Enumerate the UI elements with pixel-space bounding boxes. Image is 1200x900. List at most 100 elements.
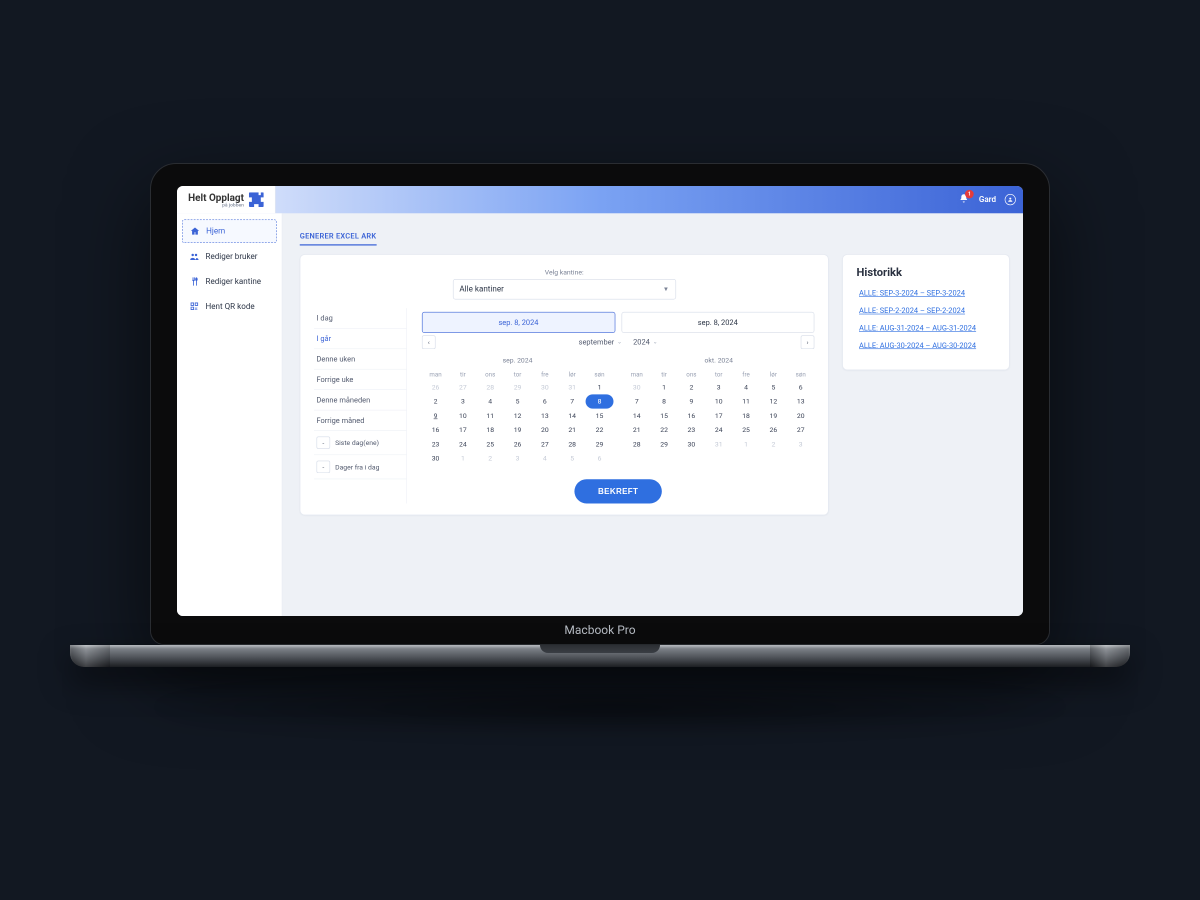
calendar-day[interactable]: 17 xyxy=(705,409,732,423)
year-select[interactable]: 2024 ⌄ xyxy=(633,338,658,347)
calendar-day[interactable]: 6 xyxy=(531,394,558,408)
calendar-day[interactable]: 7 xyxy=(623,394,650,408)
calendar-day[interactable]: 26 xyxy=(504,437,531,451)
calendar-day[interactable]: 12 xyxy=(504,409,531,423)
calendar-day[interactable]: 15 xyxy=(650,409,677,423)
calendar-day[interactable]: 28 xyxy=(477,380,504,394)
history-link[interactable]: ALLE: AUG-30-2024 – AUG-30-2024 xyxy=(859,341,995,350)
calendar-day[interactable]: 3 xyxy=(449,394,476,408)
preset-last-month[interactable]: Forrige måned xyxy=(314,410,406,430)
calendar-day[interactable]: 2 xyxy=(477,451,504,465)
calendar-day[interactable]: 31 xyxy=(559,380,586,394)
calendar-day[interactable]: 14 xyxy=(559,409,586,423)
calendar-day[interactable]: 19 xyxy=(504,423,531,437)
calendar-day[interactable]: 20 xyxy=(531,423,558,437)
calendar-day[interactable]: 15 xyxy=(586,409,613,423)
calendar-day[interactable]: 16 xyxy=(422,423,449,437)
calendar-day[interactable]: 11 xyxy=(732,394,759,408)
sidebar-item-qr[interactable]: Hent QR kode xyxy=(182,295,277,317)
calendar-day[interactable]: 14 xyxy=(623,409,650,423)
calendar-day[interactable]: 27 xyxy=(531,437,558,451)
preset-yesterday[interactable]: I går xyxy=(314,329,406,349)
calendar-day[interactable]: 9 xyxy=(678,394,705,408)
calendar-day[interactable]: 1 xyxy=(650,380,677,394)
cal-next[interactable]: › xyxy=(801,335,815,349)
calendar-day[interactable]: 8 xyxy=(650,394,677,408)
calendar-day[interactable]: 3 xyxy=(705,380,732,394)
calendar-day[interactable]: 25 xyxy=(732,423,759,437)
calendar-day[interactable]: 6 xyxy=(586,451,613,465)
calendar-day[interactable]: 11 xyxy=(477,409,504,423)
preset-last-n-days[interactable]: - Siste dag(ene) xyxy=(314,431,406,455)
end-date-field[interactable]: sep. 8, 2024 xyxy=(621,312,814,333)
calendar-day[interactable]: 18 xyxy=(732,409,759,423)
calendar-day[interactable]: 26 xyxy=(760,423,787,437)
calendar-day[interactable]: 10 xyxy=(449,409,476,423)
notifications-button[interactable]: 1 xyxy=(959,193,970,205)
calendar-day[interactable]: 9 xyxy=(422,409,449,423)
calendar-day[interactable]: 2 xyxy=(422,394,449,408)
calendar-day[interactable]: 22 xyxy=(650,423,677,437)
calendar-day[interactable]: 1 xyxy=(586,380,613,394)
calendar-day[interactable]: 4 xyxy=(531,451,558,465)
calendar-day[interactable]: 28 xyxy=(623,437,650,451)
calendar-day[interactable]: 29 xyxy=(504,380,531,394)
calendar-day[interactable]: 6 xyxy=(787,380,814,394)
preset-last-week[interactable]: Forrige uke xyxy=(314,370,406,390)
calendar-day[interactable]: 24 xyxy=(705,423,732,437)
calendar-day[interactable]: 29 xyxy=(650,437,677,451)
calendar-day[interactable]: 18 xyxy=(477,423,504,437)
start-date-field[interactable]: sep. 8, 2024 xyxy=(422,312,615,333)
calendar-day[interactable]: 16 xyxy=(678,409,705,423)
canteen-select[interactable]: Alle kantiner ▼ xyxy=(453,279,676,299)
calendar-day[interactable]: 1 xyxy=(732,437,759,451)
calendar-day[interactable]: 30 xyxy=(623,380,650,394)
calendar-day[interactable]: 28 xyxy=(559,437,586,451)
calendar-day[interactable]: 12 xyxy=(760,394,787,408)
user-menu[interactable] xyxy=(1005,194,1016,205)
history-link[interactable]: ALLE: SEP-2-2024 – SEP-2-2024 xyxy=(859,306,995,315)
calendar-day[interactable]: 4 xyxy=(477,394,504,408)
calendar-day[interactable]: 2 xyxy=(678,380,705,394)
calendar-day[interactable]: 20 xyxy=(787,409,814,423)
preset-today[interactable]: I dag xyxy=(314,308,406,328)
sidebar-item-home[interactable]: Hjem xyxy=(182,219,277,243)
calendar-day[interactable]: 22 xyxy=(586,423,613,437)
calendar-day[interactable]: 31 xyxy=(705,437,732,451)
calendar-day[interactable]: 23 xyxy=(422,437,449,451)
calendar-day[interactable]: 2 xyxy=(760,437,787,451)
calendar-day[interactable]: 4 xyxy=(732,380,759,394)
tab-generate-excel[interactable]: GENERER EXCEL ARK xyxy=(300,228,377,245)
preset-this-week[interactable]: Denne uken xyxy=(314,349,406,369)
preset-this-month[interactable]: Denne måneden xyxy=(314,390,406,410)
calendar-day[interactable]: 27 xyxy=(787,423,814,437)
calendar-day[interactable]: 5 xyxy=(760,380,787,394)
calendar-day[interactable]: 8 xyxy=(586,394,613,408)
calendar-day[interactable]: 13 xyxy=(531,409,558,423)
calendar-day[interactable]: 17 xyxy=(449,423,476,437)
calendar-day[interactable]: 24 xyxy=(449,437,476,451)
calendar-day[interactable]: 19 xyxy=(760,409,787,423)
calendar-day[interactable]: 7 xyxy=(559,394,586,408)
sidebar-item-edit-canteen[interactable]: Rediger kantine xyxy=(182,270,277,292)
calendar-day[interactable]: 23 xyxy=(678,423,705,437)
n-input[interactable]: - xyxy=(317,461,331,473)
calendar-day[interactable]: 5 xyxy=(559,451,586,465)
month-select[interactable]: september ⌄ xyxy=(579,338,622,347)
calendar-day[interactable]: 5 xyxy=(504,394,531,408)
calendar-day[interactable]: 30 xyxy=(678,437,705,451)
calendar-day[interactable]: 21 xyxy=(559,423,586,437)
preset-days-from-today[interactable]: - Dager fra i dag xyxy=(314,455,406,479)
sidebar-item-edit-user[interactable]: Rediger bruker xyxy=(182,246,277,268)
calendar-day[interactable]: 27 xyxy=(449,380,476,394)
calendar-day[interactable]: 30 xyxy=(422,451,449,465)
calendar-day[interactable]: 26 xyxy=(422,380,449,394)
calendar-day[interactable]: 3 xyxy=(504,451,531,465)
calendar-day[interactable]: 30 xyxy=(531,380,558,394)
cal-prev[interactable]: ‹ xyxy=(422,335,436,349)
n-input[interactable]: - xyxy=(317,436,331,448)
calendar-day[interactable]: 3 xyxy=(787,437,814,451)
history-link[interactable]: ALLE: SEP-3-2024 – SEP-3-2024 xyxy=(859,289,995,298)
calendar-day[interactable]: 29 xyxy=(586,437,613,451)
calendar-day[interactable]: 21 xyxy=(623,423,650,437)
